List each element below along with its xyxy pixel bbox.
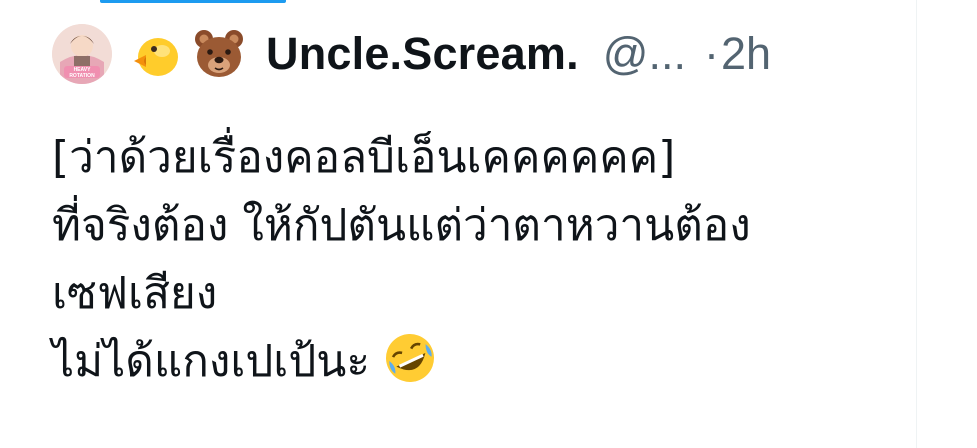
svg-text:ROTATION: ROTATION (69, 73, 95, 79)
tweet-text-line-last: ไม่ได้แกงเปเป้นะ (52, 328, 912, 396)
rolling-on-floor-laughing-icon (382, 330, 438, 386)
avatar[interactable]: HEAVY ROTATION (52, 24, 112, 84)
tweet-text-line: เซฟเสียง (52, 268, 218, 319)
tweet[interactable]: HEAVY ROTATION Uncle.Scream. @... · 2h [… (52, 24, 912, 444)
user-handle[interactable]: @... (603, 28, 686, 80)
tweet-text-line: ไม่ได้แกงเปเป้นะ (52, 336, 370, 387)
chick-icon (128, 27, 182, 81)
tweet-text-line: [ว่าด้วยเรื่องคอลบีเอ็นเคคคคคค] (52, 132, 676, 183)
tweet-text-line: ที่จริงต้อง ให้กัปตันแต่ว่าตาหวานต้อง (52, 200, 751, 251)
tweet-text: [ว่าด้วยเรื่องคอลบีเอ็นเคคคคคค] ที่จริงต… (52, 124, 912, 396)
separator-dot: · (703, 28, 719, 79)
bear-icon (192, 27, 246, 81)
timeline-divider (916, 0, 917, 448)
tweet-header: HEAVY ROTATION Uncle.Scream. @... · 2h (52, 24, 912, 84)
timestamp[interactable]: 2h (721, 28, 771, 80)
active-tab-indicator (100, 0, 286, 3)
display-name[interactable]: Uncle.Scream. (266, 28, 579, 80)
